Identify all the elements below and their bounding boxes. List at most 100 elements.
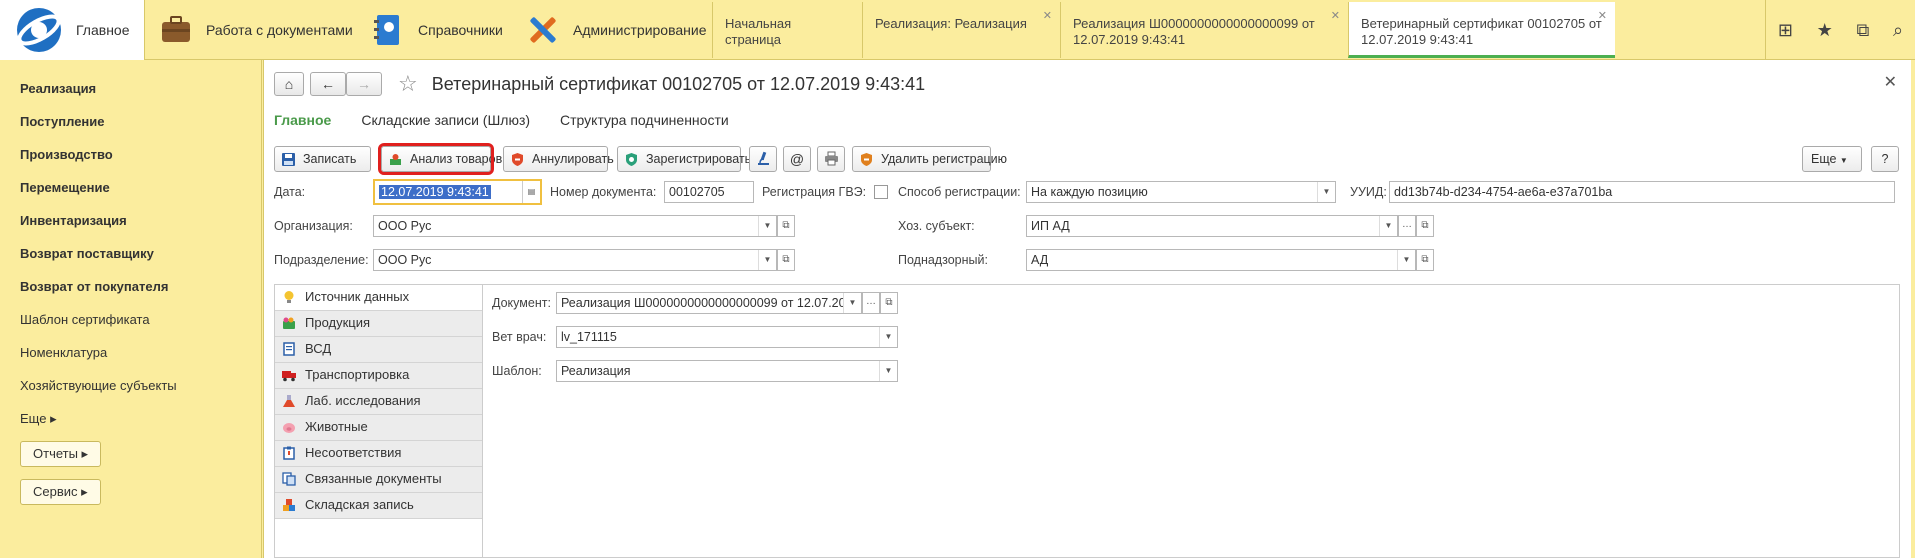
panel-item-warehouse-record[interactable]: Складская запись xyxy=(275,493,482,519)
supervised-open-button[interactable]: ⧉ xyxy=(1416,249,1434,271)
calendar-icon[interactable]: ▤ xyxy=(522,181,540,203)
panel-item-vsd[interactable]: ВСД xyxy=(275,337,482,363)
subject-select[interactable]: ИП АД ▼ xyxy=(1026,215,1398,237)
gvz-checkbox[interactable] xyxy=(874,185,888,199)
date-field[interactable]: 12.07.2019 9:43:41 ▤ xyxy=(373,179,542,205)
panel-item-label: Лаб. исследования xyxy=(305,393,421,408)
subject-open-button[interactable]: ⧉ xyxy=(1416,215,1434,237)
org-select[interactable]: ООО Рус ▼ xyxy=(373,215,777,237)
gvz-label: Регистрация ГВЭ: xyxy=(762,185,867,199)
register-button[interactable]: Зарегистрировать xyxy=(617,146,751,172)
chevron-down-icon[interactable]: ▼ xyxy=(758,250,776,270)
shield-delete-icon xyxy=(861,153,872,166)
template-select[interactable]: Реализация ▼ xyxy=(556,360,898,382)
source-document-open-button[interactable]: ⧉ xyxy=(880,292,898,314)
sidebar-item-receipt[interactable]: Поступление xyxy=(0,105,261,138)
panel-item-label: Животные xyxy=(305,419,368,434)
subnav-warehouse-records[interactable]: Складские записи (Шлюз) xyxy=(361,112,530,128)
sidebar-item-transfer[interactable]: Перемещение xyxy=(0,171,261,204)
close-icon[interactable]: ✕ xyxy=(1331,8,1340,24)
chevron-down-icon[interactable]: ▼ xyxy=(1379,216,1397,236)
service-button[interactable]: Сервис ▸ xyxy=(20,479,101,505)
chevron-down-icon[interactable]: ▼ xyxy=(879,361,897,381)
sidebar-item-return-customer[interactable]: Возврат от покупателя xyxy=(0,270,261,303)
sidebar-item-business-entities[interactable]: Хозяйствующие субъекты xyxy=(0,369,261,402)
analyze-goods-button[interactable]: Анализ товаров xyxy=(378,143,502,175)
panel-item-label: Транспортировка xyxy=(305,367,410,382)
apps-grid-icon[interactable]: ⊞ xyxy=(1778,20,1793,41)
tab-realization-list[interactable]: Реализация: Реализация ✕ xyxy=(862,2,1060,58)
panel-item-animals[interactable]: Животные xyxy=(275,415,482,441)
home-section[interactable]: Главное xyxy=(0,0,145,60)
section-references[interactable]: Справочники xyxy=(370,0,503,60)
delete-registration-button[interactable]: Удалить регистрацию xyxy=(852,146,1007,172)
sidebar-item-return-supplier[interactable]: Возврат поставщику xyxy=(0,237,261,270)
chevron-down-icon[interactable]: ▼ xyxy=(1397,250,1415,270)
dept-open-button[interactable]: ⧉ xyxy=(777,249,795,271)
source-document-select[interactable]: Реализация Ш0000000000000000099 от 12.07… xyxy=(556,292,862,314)
help-button[interactable]: ? xyxy=(1871,146,1899,172)
panel-item-linked-docs[interactable]: Связанные документы xyxy=(275,467,482,493)
subnav-hierarchy[interactable]: Структура подчиненности xyxy=(560,112,729,128)
back-button[interactable]: ← xyxy=(310,72,346,96)
sidebar-item-production[interactable]: Производство xyxy=(0,138,261,171)
toolbar-right: ⊞ ★ ⧉ ⌕ xyxy=(1765,0,1915,60)
favorites-star-icon[interactable]: ★ xyxy=(1817,20,1833,41)
org-value: ООО Рус xyxy=(378,219,432,233)
section-documents[interactable]: Работа с документами xyxy=(158,0,353,60)
sidebar-item-cert-template[interactable]: Шаблон сертификата xyxy=(0,303,261,336)
forward-button[interactable]: → xyxy=(346,72,382,96)
regmode-select[interactable]: На каждую позицию ▼ xyxy=(1026,181,1336,203)
tab-realization-doc[interactable]: Реализация Ш0000000000000000099 от 12.07… xyxy=(1060,2,1348,58)
uuid-field[interactable]: dd13b74b-d234-4754-ae6a-e37a701ba xyxy=(1389,181,1895,203)
sidebar-item-more[interactable]: Еще ▸ xyxy=(0,402,261,435)
subnav-main[interactable]: Главное xyxy=(274,112,331,128)
chevron-down-icon[interactable]: ▼ xyxy=(1317,182,1335,202)
panel-item-lab[interactable]: Лаб. исследования xyxy=(275,389,482,415)
chevron-down-icon[interactable]: ▼ xyxy=(758,216,776,236)
print-button[interactable] xyxy=(817,146,845,172)
close-icon[interactable]: ✕ xyxy=(1043,8,1052,24)
save-button[interactable]: Записать xyxy=(274,146,371,172)
supervised-select[interactable]: АД ▼ xyxy=(1026,249,1416,271)
panel-item-nonconformities[interactable]: Несоответствия xyxy=(275,441,482,467)
home-button[interactable]: ⌂ xyxy=(274,72,304,96)
cancel-label: Аннулировать xyxy=(532,152,614,166)
close-icon[interactable]: ✕ xyxy=(1598,8,1607,24)
command-bar: Записать Анализ товаров Аннулировать Зар… xyxy=(274,143,1900,175)
microscope-icon xyxy=(757,151,769,165)
panel-item-products[interactable]: Продукция xyxy=(275,311,482,337)
tab-start-page[interactable]: Начальная страница xyxy=(712,2,862,58)
source-document-choose-button[interactable]: … xyxy=(862,292,880,314)
subject-choose-button[interactable]: … xyxy=(1398,215,1416,237)
uuid-label: УУИД: xyxy=(1350,185,1387,199)
more-button[interactable]: Еще ▼ xyxy=(1802,146,1862,172)
favorite-star-icon[interactable]: ☆ xyxy=(398,71,418,97)
microscope-button[interactable] xyxy=(749,146,777,172)
docnum-field[interactable]: 00102705 xyxy=(664,181,754,203)
panel-item-data-source[interactable]: Источник данных xyxy=(275,285,482,311)
vet-select[interactable]: lv_171115 ▼ xyxy=(556,326,898,348)
lightbulb-icon xyxy=(284,291,294,303)
sidebar-item-nomenclature[interactable]: Номенклатура xyxy=(0,336,261,369)
template-label: Шаблон: xyxy=(492,364,542,378)
history-icon[interactable]: ⧉ xyxy=(1856,20,1869,41)
email-button[interactable]: @ xyxy=(783,146,811,172)
section-admin[interactable]: Администрирование xyxy=(525,0,707,60)
close-form-icon[interactable]: ✕ xyxy=(1884,72,1897,92)
tab-vet-certificate[interactable]: Ветеринарный сертификат 00102705 от 12.0… xyxy=(1348,2,1615,58)
sidebar-item-inventory[interactable]: Инвентаризация xyxy=(0,204,261,237)
delete-registration-label: Удалить регистрацию xyxy=(881,152,1008,166)
sidebar-item-realization[interactable]: Реализация xyxy=(0,72,261,105)
template-value: Реализация xyxy=(561,364,631,378)
org-open-button[interactable]: ⧉ xyxy=(777,215,795,237)
dept-select[interactable]: ООО Рус ▼ xyxy=(373,249,777,271)
search-icon[interactable]: ⌕ xyxy=(1893,20,1903,41)
chevron-down-icon[interactable]: ▼ xyxy=(843,293,861,313)
chevron-down-icon[interactable]: ▼ xyxy=(879,327,897,347)
reports-button[interactable]: Отчеты ▸ xyxy=(20,441,102,467)
page-title: Ветеринарный сертификат 00102705 от 12.0… xyxy=(431,73,926,94)
panel-item-transport[interactable]: Транспортировка xyxy=(275,363,482,389)
cancel-doc-button[interactable]: Аннулировать xyxy=(503,146,614,172)
home-icon: ⌂ xyxy=(284,76,294,92)
